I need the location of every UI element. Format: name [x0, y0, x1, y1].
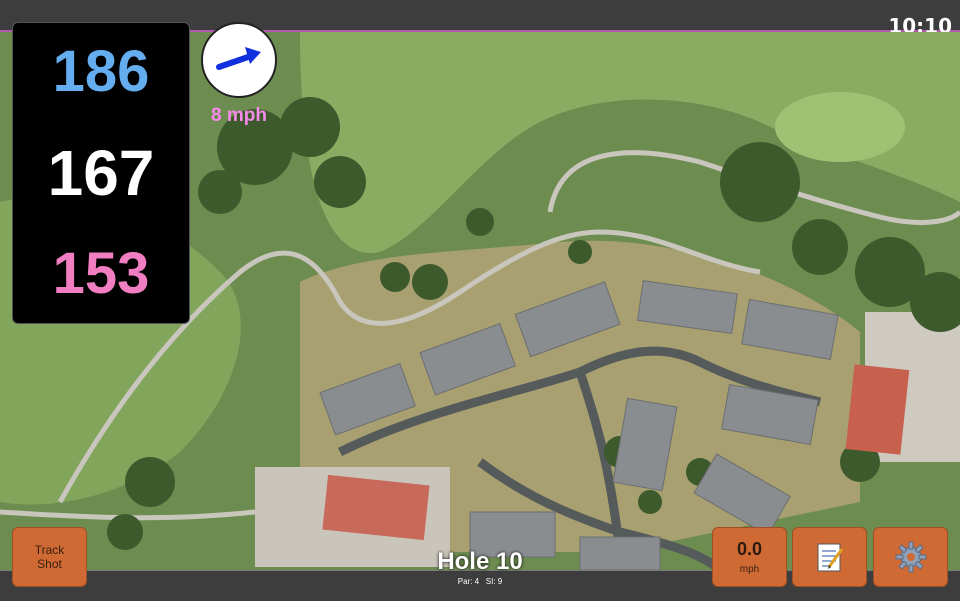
settings-button[interactable]	[873, 527, 948, 587]
front-of-green-distance: 153	[52, 241, 150, 306]
wind-speed: 8 mph	[211, 105, 267, 126]
back-of-green-distance: 186	[52, 39, 150, 104]
wind-direction-arrow-icon	[216, 47, 261, 70]
distance-panel: 186 167 153	[12, 22, 190, 324]
scorecard-notes-button[interactable]	[792, 527, 867, 587]
hole-info: Par: 4 SI: 9	[380, 577, 580, 586]
notepad-icon	[817, 543, 843, 572]
speed-button[interactable]: 0.0 mph	[712, 527, 787, 587]
track-shot-label-line2: Shot	[37, 557, 62, 571]
track-shot-label-line1: Track	[34, 543, 65, 557]
speed-unit: mph	[739, 564, 760, 575]
middle-of-green-distance: 167	[47, 137, 155, 209]
hole-title: Hole 10	[437, 548, 523, 575]
wind-indicator	[201, 22, 277, 98]
hole-stroke-index: SI: 9	[485, 577, 503, 586]
speed-value: 0.0	[736, 539, 763, 559]
gear-icon	[895, 541, 926, 573]
track-shot-button[interactable]: Track Shot	[12, 527, 87, 587]
hole-par: Par: 4	[457, 577, 480, 586]
